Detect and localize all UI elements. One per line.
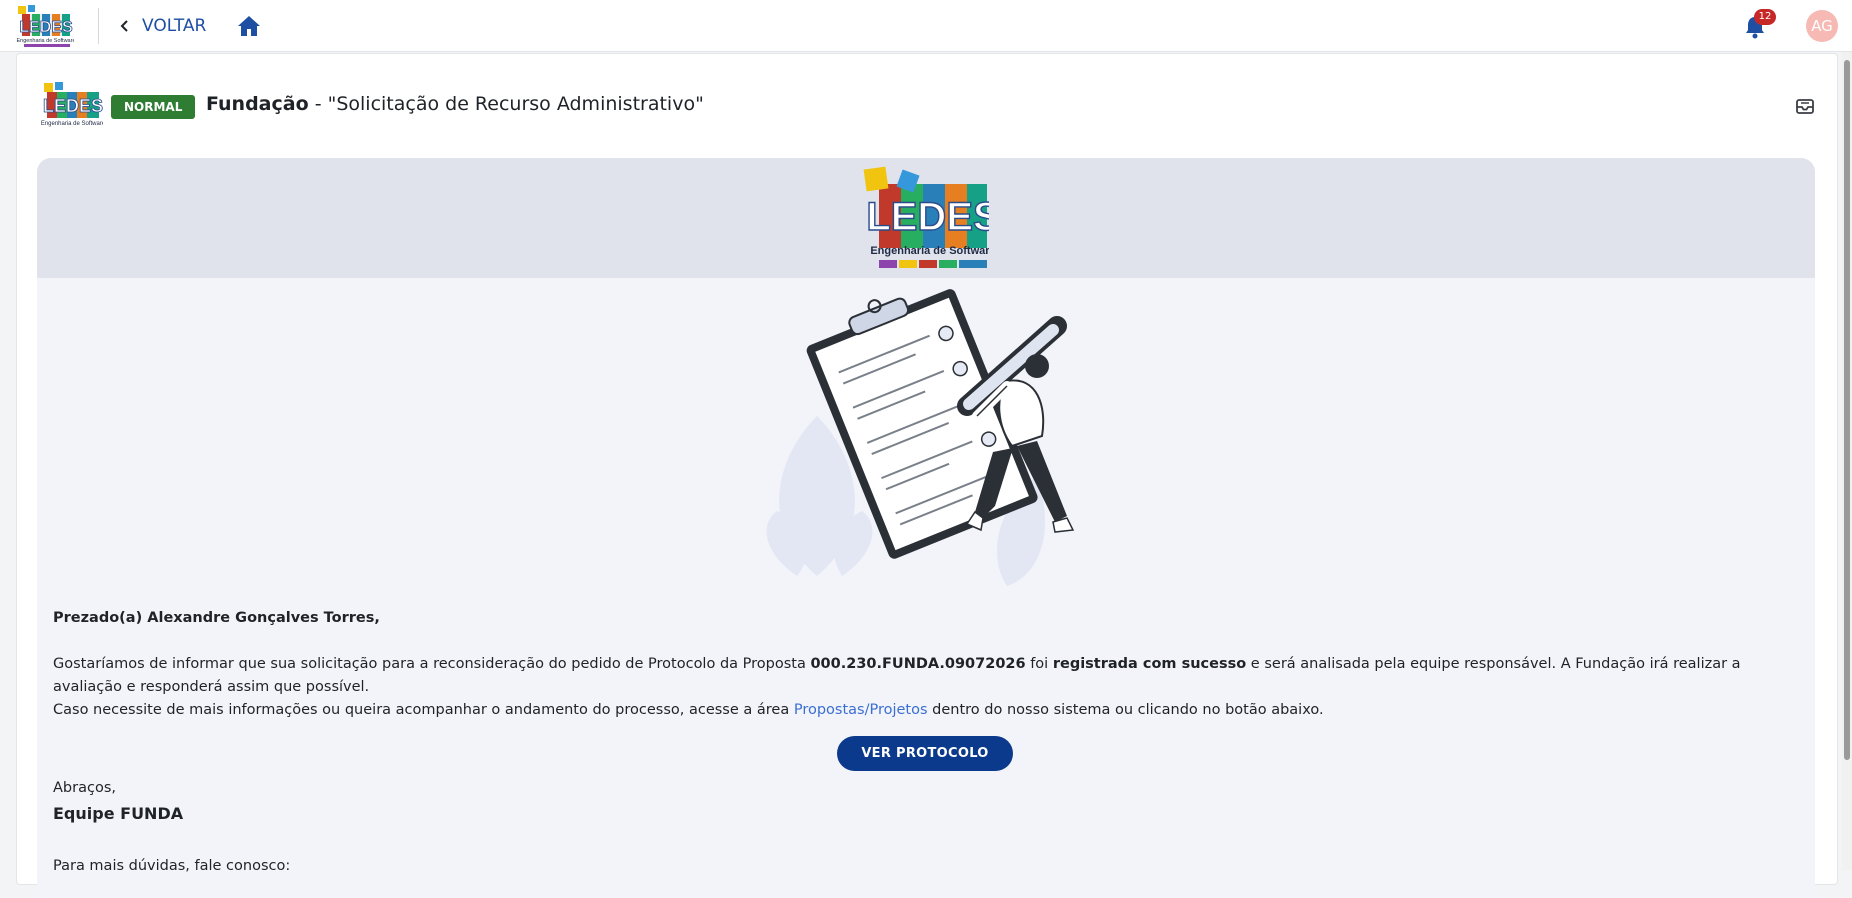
top-bar: LEDES Engenharia de Software VOLTAR 12 A… (0, 0, 1852, 52)
message-title: Fundação - "Solicitação de Recurso Admin… (206, 93, 704, 115)
page-scrollbar[interactable] (1842, 52, 1852, 870)
ledes-logo-icon: LEDES Engenharia de Software (41, 82, 103, 127)
user-avatar[interactable]: AG (1806, 10, 1838, 42)
message-card: LEDES Engenharia de Software NORMAL Fund… (16, 53, 1838, 898)
priority-badge: NORMAL (111, 95, 196, 119)
p1-text-b: foi (1025, 656, 1053, 672)
inbox-icon[interactable] (1794, 95, 1816, 117)
email-team: Equipe FUNDA (53, 804, 184, 823)
email-paragraph-2: Caso necessite de mais informações ou qu… (53, 699, 1803, 722)
back-button[interactable]: VOLTAR (116, 12, 206, 40)
svg-text:Engenharia de Software: Engenharia de Software (41, 121, 103, 127)
topbar-divider (98, 8, 99, 44)
home-icon[interactable] (236, 14, 262, 38)
checklist-illustration (766, 289, 1075, 586)
ledes-banner-logo-icon: LEDES Engenharia de Software (863, 166, 989, 268)
message-entity: Fundação (206, 93, 309, 115)
p2-text-a: Caso necessite de mais informações ou qu… (53, 702, 794, 718)
banner-logo-subtitle: Engenharia de Software (870, 245, 989, 257)
view-protocol-button[interactable]: VER PROTOCOLO (837, 736, 1013, 771)
email-body: Gostaríamos de informar que sua solicita… (53, 653, 1803, 722)
p2-text-b: dentro do nosso sistema ou clicando no b… (927, 702, 1324, 718)
svg-text:LEDES: LEDES (19, 19, 73, 36)
email-greeting: Prezado(a) Alexandre Gonçalves Torres, (53, 610, 380, 626)
email-signoff: Abraços, (53, 780, 116, 796)
email-banner: LEDES Engenharia de Software (37, 158, 1815, 278)
back-button-label: VOLTAR (142, 16, 207, 36)
proposals-link[interactable]: Propostas/Projetos (794, 702, 928, 718)
contact-line: Para mais dúvidas, fale conosco: (53, 858, 291, 874)
scrollbar-thumb[interactable] (1844, 60, 1850, 760)
svg-text:LEDES: LEDES (43, 96, 103, 116)
title-separator: - (308, 93, 328, 115)
notification-count-badge: 12 (1754, 9, 1776, 25)
chevron-left-icon (120, 20, 128, 32)
svg-text:Engenharia de Software: Engenharia de Software (16, 38, 74, 44)
email-content: LEDES Engenharia de Software Prezado(a) … (37, 158, 1815, 898)
status-text: registrada com sucesso (1052, 656, 1247, 672)
p1-text-a: Gostaríamos de informar que sua solicita… (53, 656, 811, 672)
message-subject: "Solicitação de Recurso Administrativo" (327, 93, 704, 115)
protocol-number: 000.230.FUNDA.09072026 (810, 656, 1026, 672)
banner-logo-text: LEDES (866, 195, 989, 239)
ledes-logo-icon[interactable]: LEDES Engenharia de Software (14, 4, 74, 48)
email-paragraph-1: Gostaríamos de informar que sua solicita… (53, 653, 1803, 699)
